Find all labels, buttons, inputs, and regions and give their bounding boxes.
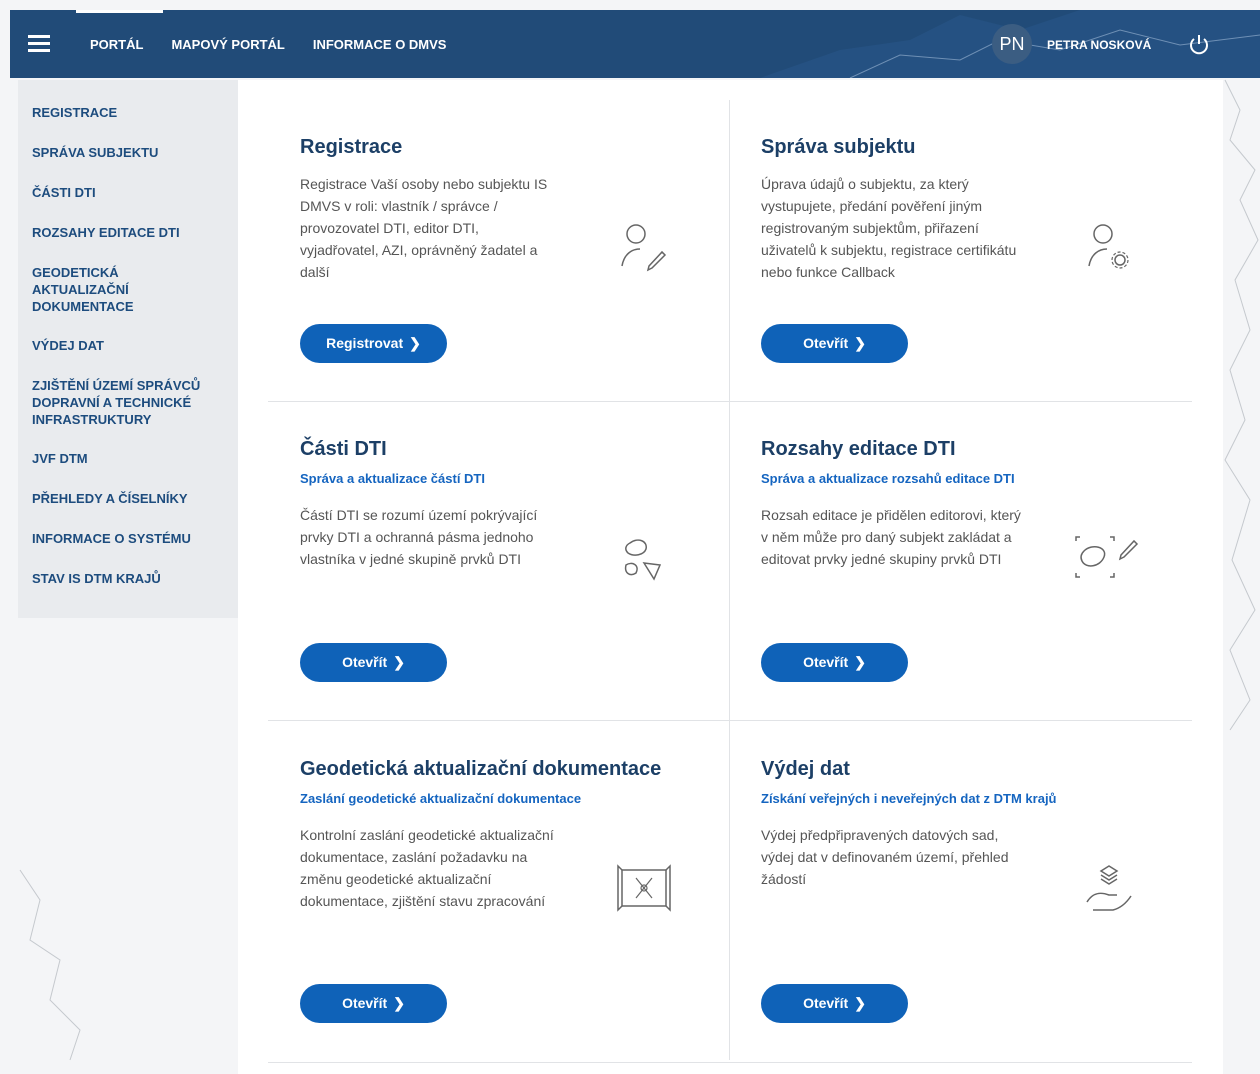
sidebar-item-vydej-dat[interactable]: VÝDEJ DAT xyxy=(18,337,238,377)
card-description: Částí DTI se rozumí území pokrývající pr… xyxy=(300,507,538,567)
card-subtitle: Správa a aktualizace rozsahů editace DTI xyxy=(761,471,1015,486)
row-divider xyxy=(268,401,1192,402)
otevrit-button-casti[interactable]: Otevřít ❯ xyxy=(300,643,447,682)
otevrit-button-sprava[interactable]: Otevřít ❯ xyxy=(761,324,908,363)
sidebar-item-sprava-subjektu[interactable]: SPRÁVA SUBJEKTU xyxy=(18,144,238,184)
card-description: Rozsah editace je přidělen editorovi, kt… xyxy=(761,507,1021,567)
sidebar-item-rozsahy-editace[interactable]: ROZSAHY EDITACE DTI xyxy=(18,224,238,264)
card-subtitle: Zaslání geodetické aktualizační dokument… xyxy=(300,791,582,806)
card-description: Úprava údajů o subjektu, za který vystup… xyxy=(761,176,1017,280)
user-avatar[interactable]: PN xyxy=(992,24,1032,64)
row-divider xyxy=(268,1062,1192,1063)
card-registrace: Registrace Registrace Vaší osoby nebo su… xyxy=(300,136,600,283)
card-title: Registrace xyxy=(300,136,403,158)
card-subtitle: Správa a aktualizace částí DTI xyxy=(300,471,485,486)
sidebar-item-casti-dti[interactable]: ČÁSTI DTI xyxy=(18,184,238,224)
nav-dmvs-info[interactable]: INFORMACE O DMVS xyxy=(299,10,461,78)
sidebar-item-zjisteni-uzemi[interactable]: ZJIŠTĚNÍ ÚZEMÍ SPRÁVCŮ DOPRAVNÍ A TECHNI… xyxy=(18,377,223,450)
edit-area-icon xyxy=(1075,536,1139,578)
sidebar-item-registrace[interactable]: REGISTRACE xyxy=(18,104,238,144)
card-description: Výdej předpřipravených datových sad, výd… xyxy=(761,827,1009,887)
top-navigation-bar: PORTÁL MAPOVÝ PORTÁL INFORMACE O DMVS PN… xyxy=(10,10,1260,78)
otevrit-button-vydej[interactable]: Otevřít ❯ xyxy=(761,984,908,1023)
otevrit-button-rozsahy[interactable]: Otevřít ❯ xyxy=(761,643,908,682)
card-title: Správa subjektu xyxy=(761,136,916,158)
card-description: Kontrolní zaslání geodetické aktualizačn… xyxy=(300,827,554,909)
card-title: Rozsahy editace DTI xyxy=(761,438,956,460)
card-title: Geodetická aktualizační dokumentace xyxy=(300,758,662,780)
menu-icon[interactable] xyxy=(28,35,50,53)
areas-icon xyxy=(624,539,662,581)
user-name[interactable]: PETRA NOSKOVÁ xyxy=(1047,10,1151,78)
sidebar-item-geodeticka-dokumentace[interactable]: GEODETICKÁ AKTUALIZAČNÍ DOKUMENTACE xyxy=(18,264,168,337)
card-subtitle: Získání veřejných i neveřejných dat z DT… xyxy=(761,791,1057,806)
card-rozsahy-editace: Rozsahy editace DTI Správa a aktualizace… xyxy=(761,438,1081,570)
card-vydej-dat: Výdej dat Získání veřejných i neveřejnýc… xyxy=(761,758,1101,890)
nav-portal[interactable]: PORTÁL xyxy=(75,10,164,78)
card-title: Výdej dat xyxy=(761,758,850,780)
card-title: Části DTI xyxy=(300,438,387,460)
card-casti-dti: Části DTI Správa a aktualizace částí DTI… xyxy=(300,438,600,570)
sidebar-item-jvf-dtm[interactable]: JVF DTM xyxy=(18,450,238,490)
header-map-decoration xyxy=(760,10,1260,78)
main-content: Registrace Registrace Vaší osoby nebo su… xyxy=(238,80,1223,1074)
nav-map-portal[interactable]: MAPOVÝ PORTÁL xyxy=(157,10,298,78)
user-edit-icon xyxy=(621,224,667,272)
hand-layers-icon xyxy=(1086,865,1132,911)
sidebar-item-prehledy[interactable]: PŘEHLEDY A ČÍSELNÍKY xyxy=(18,490,238,530)
registrovat-button[interactable]: Registrovat ❯ xyxy=(300,324,447,363)
sidebar-item-informace-system[interactable]: INFORMACE O SYSTÉMU xyxy=(18,530,238,570)
sidebar: REGISTRACE SPRÁVA SUBJEKTU ČÁSTI DTI ROZ… xyxy=(18,80,238,618)
user-settings-icon xyxy=(1088,224,1129,269)
card-sprava-subjektu: Správa subjektu Úprava údajů o subjektu,… xyxy=(761,136,1061,283)
sidebar-item-stav-is[interactable]: STAV IS DTM KRAJŮ xyxy=(18,570,238,610)
row-divider xyxy=(268,720,1192,721)
main-nav: PORTÁL MAPOVÝ PORTÁL INFORMACE O DMVS xyxy=(75,10,461,78)
card-description: Registrace Vaší osoby nebo subjektu IS D… xyxy=(300,176,548,280)
otevrit-button-geodeticka[interactable]: Otevřít ❯ xyxy=(300,984,447,1023)
power-icon[interactable] xyxy=(1186,33,1212,57)
map-document-icon xyxy=(617,864,671,912)
column-divider xyxy=(729,100,730,1060)
